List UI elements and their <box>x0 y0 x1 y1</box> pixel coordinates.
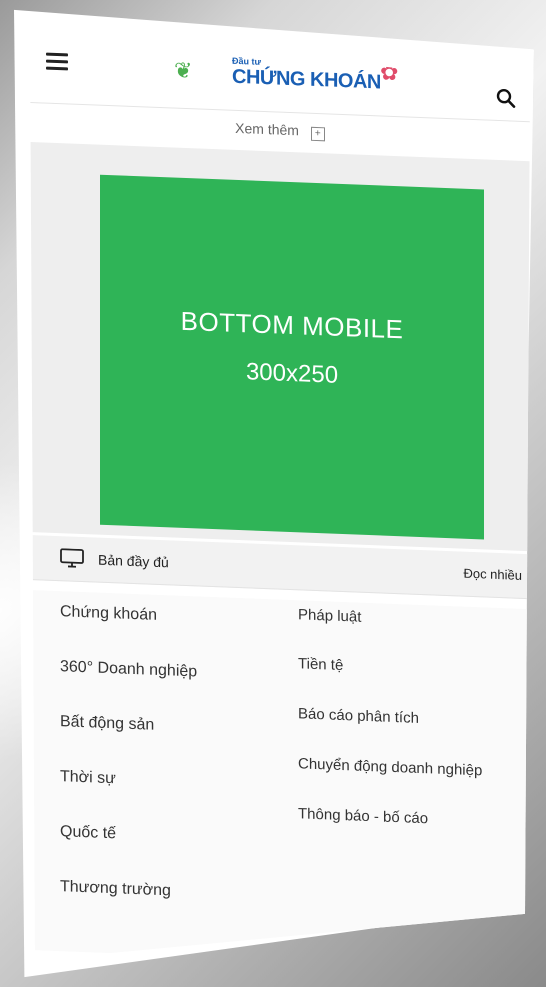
menu-item[interactable]: Bất động sản <box>60 713 154 735</box>
menu-item[interactable]: Báo cáo phân tích <box>298 705 419 727</box>
menu-item[interactable]: Chứng khoán <box>60 603 157 625</box>
ad-line-1: BOTTOM MOBILE <box>180 305 404 345</box>
plus-box-icon: + <box>311 127 325 142</box>
menu-item[interactable]: Quốc tế <box>60 823 116 843</box>
menu-item[interactable]: Thời sự <box>60 768 116 788</box>
leaf-icon: ❦ <box>174 57 193 84</box>
full-version-link[interactable]: Bản đầy đủ <box>98 552 169 571</box>
hamburger-icon[interactable] <box>46 53 68 72</box>
menu-item[interactable]: Thông báo - bố cáo <box>298 805 428 827</box>
mobile-screen: ❦ Đầu tư CHỨNG KHOÁN ✿ Xem thêm + BOTTOM… <box>30 30 530 979</box>
menu-item[interactable]: 360° Doanh nghiệp <box>60 658 197 681</box>
ad-line-2: 300x250 <box>245 358 339 389</box>
ad-banner[interactable]: BOTTOM MOBILE 300x250 <box>100 175 484 540</box>
search-icon[interactable] <box>496 88 516 109</box>
menu-item[interactable]: Chuyển động doanh nghiệp <box>298 755 482 779</box>
category-menu: Chứng khoán 360° Doanh nghiệp Bất động s… <box>30 590 530 969</box>
most-read-link[interactable]: Đọc nhiều <box>463 566 522 583</box>
monitor-icon <box>60 548 84 569</box>
menu-item[interactable]: Pháp luật <box>298 606 361 625</box>
logo-big-text: CHỨNG KHOÁN <box>232 65 381 94</box>
menu-item[interactable]: Thương trường <box>60 878 171 900</box>
see-more-label: Xem thêm <box>235 119 299 139</box>
menu-item[interactable]: Tiền tệ <box>298 655 343 674</box>
